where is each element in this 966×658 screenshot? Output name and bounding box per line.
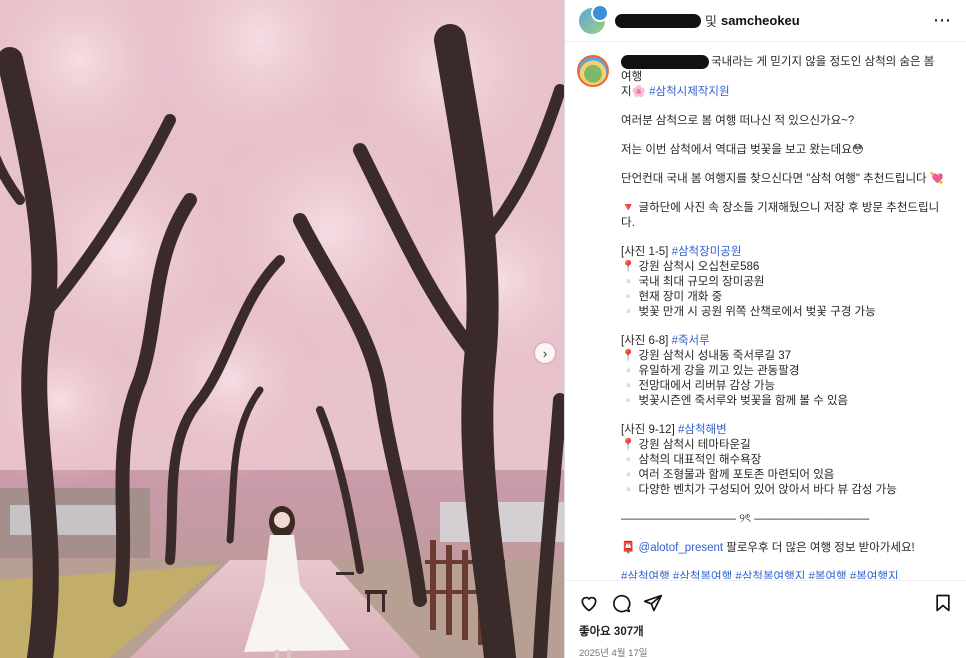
hashtag-link[interactable]: #삼척봄여행 — [673, 571, 736, 579]
hashtag-link[interactable]: #봄여행지 — [850, 571, 899, 579]
like-count[interactable]: 좋아요 307개 — [579, 623, 953, 639]
caption-line: 지🌸 #삼척시제작지원 — [621, 85, 947, 100]
caption-line-text: ▫️ 삼척의 대표적인 해수욕장 — [621, 454, 762, 467]
caption-line: 단언컨대 국내 봄 여행지를 찾으신다면 "삼척 여행" 추천드립니다 💘 — [621, 172, 947, 187]
caption-line: [사진 1-5] #삼척장미공원 — [621, 245, 947, 260]
caption-line: ▫️ 여러 조형물과 함께 포토존 마련되어 있음 — [621, 468, 947, 483]
caption-line — [621, 320, 947, 334]
caption-line: ▫️ 다양한 벤치가 구성되어 있어 앉아서 바다 뷰 감성 가능 — [621, 483, 947, 498]
caption-line: 🔻 글하단에 사진 속 장소들 기재해뒀으니 저장 후 방문 추천드립니 — [621, 201, 947, 216]
caption-line-text: ▫️ 여러 조형물과 함께 포토존 마련되어 있음 — [621, 469, 835, 482]
caption-line: ▫️ 벚꽃 만개 시 공원 위쪽 산책로에서 벚꽃 구경 가능 — [621, 305, 947, 320]
caption-line — [621, 187, 947, 201]
hashtag-link[interactable]: #삼척여행 — [621, 571, 673, 579]
caption-line — [621, 527, 947, 541]
post-details-panel: 및 samcheokeu ⋯ 국내라는 게 믿기지 않을 정도인 삼척의 숨은 … — [564, 0, 966, 658]
caption-line: ▫️ 벚꽃시즌엔 죽서루와 벚꽃을 함께 볼 수 있음 — [621, 394, 947, 409]
caption-line: ▫️ 국내 최대 규모의 장미공원 — [621, 275, 947, 290]
caption-line-text: ▫️ 국내 최대 규모의 장미공원 — [621, 276, 765, 289]
caption-line: 국내라는 게 믿기지 않을 정도인 삼척의 숨은 봄 여행 — [621, 55, 947, 85]
bookmark-icon[interactable] — [933, 593, 953, 613]
caption-line: 📍 강원 삼척시 오십천로586 — [621, 260, 947, 275]
caption-line-text: 🔻 글하단에 사진 속 장소들 기재해뒀으니 저장 후 방문 추천드립니 — [621, 202, 940, 215]
caption-line: —————————— ୨ৎ —————————— — [621, 512, 947, 527]
cherry-blossom-scene — [0, 0, 564, 658]
caption-line-text: 📮 — [621, 542, 639, 555]
caption-line: 다. — [621, 216, 947, 231]
caption-line: ▫️ 유일하게 강을 끼고 있는 관동팔경 — [621, 364, 947, 379]
hashtag-link[interactable]: #삼척장미공원 — [672, 246, 742, 258]
caption-line — [621, 231, 947, 245]
caption-line — [621, 100, 947, 114]
redacted-username — [615, 13, 701, 28]
caption-line — [621, 498, 947, 512]
redacted-username[interactable] — [621, 55, 709, 69]
comment-icon[interactable] — [611, 593, 631, 613]
caption-line-text: ▫️ 벚꽃 만개 시 공원 위쪽 산책로에서 벚꽃 구경 가능 — [621, 306, 876, 319]
caption-line — [621, 129, 947, 143]
caption-line-text: 📍 강원 삼척시 성내동 죽서루길 37 — [621, 350, 792, 363]
caption-line-text: 📍 강원 삼척시 오십천로586 — [621, 261, 760, 274]
caption-line-text: 📍 강원 삼척시 테마타운길 — [621, 439, 751, 452]
caption-line — [621, 158, 947, 172]
caption-line-suffix: 팔로우후 더 많은 여행 정보 받아가세요! — [723, 542, 915, 555]
caption-line-text: 단언컨대 국내 봄 여행지를 찾으신다면 "삼척 여행" 추천드립니다 💘 — [621, 173, 945, 186]
caption-line-text: —————————— ୨ৎ —————————— — [621, 513, 870, 526]
caption-line-text: ▫️ 벚꽃시즌엔 죽서루와 벚꽃을 함께 볼 수 있음 — [621, 395, 849, 408]
caption-text: 국내라는 게 믿기지 않을 정도인 삼척의 숨은 봄 여행 지🌸 #삼척시제작지원… — [621, 55, 947, 579]
post-date: 2025년 4월 17일 — [579, 648, 648, 658]
caption-line — [621, 556, 947, 570]
caption-line: #삼척여행 #삼척봄여행 #삼척봄여행지 #봄여행 #봄여행지 — [621, 570, 947, 579]
caption-line: [사진 9-12] #삼척해변 — [621, 423, 947, 438]
caption-line-text: 저는 이번 삼척에서 역대급 벚꽃을 보고 왔는데요😳 — [621, 144, 864, 157]
caption-line: 📮 @alotof_present 팔로우후 더 많은 여행 정보 받아가세요! — [621, 541, 947, 556]
hashtag-link[interactable]: #봄여행 — [809, 571, 850, 579]
chevron-right-icon: › — [542, 345, 548, 361]
caption-line: ▫️ 전망대에서 리버뷰 감상 가능 — [621, 379, 947, 394]
next-photo-button[interactable]: › — [535, 343, 555, 363]
heart-icon[interactable] — [579, 593, 599, 613]
caption-line-text: ▫️ 현재 장미 개화 중 — [621, 291, 723, 304]
share-icon[interactable] — [643, 593, 663, 613]
caption-line: ▫️ 삼척의 대표적인 해수욕장 — [621, 453, 947, 468]
author-avatar[interactable] — [579, 3, 609, 34]
caption-line-text: 다. — [621, 217, 635, 230]
caption-line: 여러분 삼척으로 봄 여행 떠나신 적 있으신가요~? — [621, 114, 947, 129]
post-actions: 좋아요 307개 2025년 4월 17일 — [565, 580, 966, 658]
collab-separator: 및 — [705, 14, 717, 29]
caption-line-text: [사진 6-8] — [621, 335, 672, 348]
caption-line: [사진 6-8] #죽서루 — [621, 334, 947, 349]
caption-line: ▫️ 현재 장미 개화 중 — [621, 290, 947, 305]
caption-line-text: ▫️ 전망대에서 리버뷰 감상 가능 — [621, 380, 776, 393]
caption-line — [621, 409, 947, 423]
hashtag-link[interactable]: #삼척봄여행지 — [735, 571, 808, 579]
mention-link[interactable]: @alotof_present — [639, 542, 724, 554]
caption-line-text: ▫️ 유일하게 강을 끼고 있는 관동팔경 — [621, 365, 800, 378]
caption-line-text: 지🌸 — [621, 86, 650, 99]
hashtag-link[interactable]: #죽서루 — [672, 335, 710, 347]
more-options-icon[interactable]: ⋯ — [933, 10, 952, 31]
caption-line: 📍 강원 삼척시 테마타운길 — [621, 438, 947, 453]
caption-post: 국내라는 게 믿기지 않을 정도인 삼척의 숨은 봄 여행 지🌸 #삼척시제작지원… — [577, 55, 951, 579]
author-names: 및 samcheokeu — [615, 11, 800, 30]
caption-area: 국내라는 게 믿기지 않을 정도인 삼척의 숨은 봄 여행 지🌸 #삼척시제작지원… — [565, 43, 966, 579]
caption-line-text: 여러분 삼척으로 봄 여행 떠나신 적 있으신가요~? — [621, 115, 855, 128]
post-header: 및 samcheokeu ⋯ — [565, 0, 966, 42]
caption-line-text: [사진 9-12] — [621, 424, 678, 437]
action-icons — [579, 591, 953, 615]
caption-line: 저는 이번 삼척에서 역대급 벚꽃을 보고 왔는데요😳 — [621, 143, 947, 158]
caption-author-avatar[interactable] — [577, 55, 609, 87]
post-modal: › 및 samcheokeu ⋯ 국내라는 게 믿기지 않을 정도인 삼척의 숨… — [0, 0, 966, 658]
hashtag-link[interactable]: #삼척해변 — [678, 424, 727, 436]
post-photo[interactable]: › — [0, 0, 564, 658]
caption-line-text: ▫️ 다양한 벤치가 구성되어 있어 앉아서 바다 뷰 감성 가능 — [621, 484, 897, 497]
collab-account-link[interactable]: samcheokeu — [721, 13, 800, 28]
caption-line-text: [사진 1-5] — [621, 246, 672, 259]
caption-line: 📍 강원 삼척시 성내동 죽서루길 37 — [621, 349, 947, 364]
hashtag-link[interactable]: #삼척시제작지원 — [649, 86, 729, 98]
